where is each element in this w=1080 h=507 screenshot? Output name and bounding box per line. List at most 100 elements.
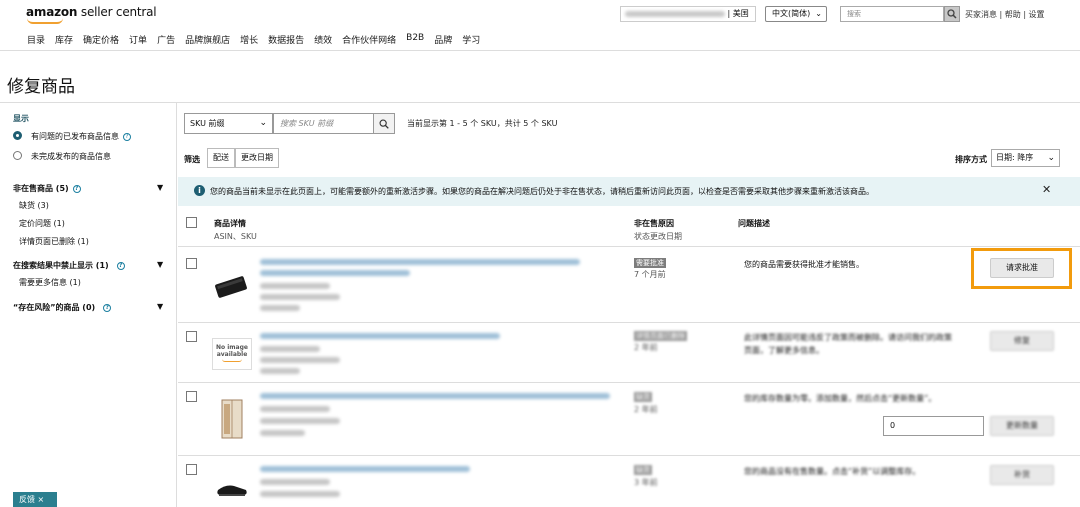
help-icon[interactable]: ? [72,184,81,193]
collapse-triangle-icon[interactable]: ▼ [157,183,163,192]
language-value: 中文(简体) [772,9,811,18]
sku-count-text: 当前显示第 1 - 5 个 SKU，共计 5 个 SKU [407,119,558,128]
search-placeholder: 搜索 [847,10,861,18]
col-unsellable-reason: 非在售原因 [634,219,674,228]
row-checkbox[interactable] [186,391,197,402]
fix-button[interactable]: 修复 [990,331,1054,351]
status-badge: 需要批准 [634,258,666,268]
unsellable-heading[interactable]: 非在售商品 (5)? [13,183,81,194]
radio-incomplete[interactable] [13,151,22,160]
at-risk-heading[interactable]: “存在风险”的商品 (0)? [13,302,112,313]
row-checkbox[interactable] [186,258,197,269]
status-date: 2 年前 [634,343,658,352]
chevron-down-icon: ⌄ [815,9,822,18]
sidebar-item-more-info[interactable]: 需要更多信息 (1) [19,277,81,288]
radio-incomplete-label[interactable]: 未完成发布的商品信息 [31,151,111,162]
row-divider [178,322,1080,323]
col-issue-description: 问题描述 [738,219,770,228]
status-badge: 详情页面已删除 [634,331,687,341]
asin-blurred [260,283,330,289]
main-nav: 目录 库存 确定价格 订单 广告 品牌旗舰店 增长 数据报告 绩效 合作伙伴网络 B2B 品牌 学习 [27,33,490,46]
seller-central-logo[interactable]: amazon seller central [26,5,157,24]
nav-item[interactable]: 增长 [240,33,258,46]
nav-item[interactable]: 确定价格 [83,33,119,46]
status-badge: 缺货 [634,392,652,402]
sku-search-button[interactable] [373,113,395,134]
sidebar-item-deleted[interactable]: 详情页面已删除 (1) [19,236,89,247]
feedback-button[interactable]: 反馈 × [13,492,57,507]
product-title-blurred[interactable] [260,270,410,276]
status-date: 3 年前 [634,478,658,487]
product-title-blurred[interactable] [260,259,580,265]
product-thumbnail-shoe[interactable] [212,474,252,506]
filter-date-button[interactable]: 更改日期 [235,148,279,168]
product-title-blurred[interactable] [260,333,500,339]
meta-blurred [260,305,300,311]
banner-text: 您的商品当前未显示在此页面上，可能需要额外的重新激活步骤。如果您的商品在解决问题… [210,187,874,196]
issue-description: 您的库存数量为零。添加数量，然后点击“更新数量”。 [744,394,937,403]
issue-description: 您的商品需要获得批准才能销售。 [744,260,864,269]
filter-label: 筛选 [184,155,200,164]
sku-blurred [260,491,340,497]
update-quantity-button[interactable]: 更新数量 [990,416,1054,436]
sort-select[interactable]: 日期: 降序 ⌄ [991,149,1060,167]
radio-issues-selected[interactable] [13,131,22,140]
status-date: 2 年前 [634,405,658,414]
row-divider [178,246,1080,247]
account-selector[interactable]: | 美国 [620,6,756,22]
nav-item[interactable]: 品牌 [434,33,452,46]
nav-item[interactable]: 目录 [27,33,45,46]
search-button[interactable] [944,6,960,22]
product-title-blurred[interactable] [260,393,610,399]
row-checkbox[interactable] [186,331,197,342]
filter-fulfillment-button[interactable]: 配送 [207,148,235,168]
product-title-blurred[interactable] [260,466,470,472]
header-links[interactable]: 买家消息 | 帮助 | 设置 [965,9,1045,20]
language-select[interactable]: 中文(简体) ⌄ [765,6,827,22]
sidebar-item-pricing[interactable]: 定价问题 (1) [19,218,65,229]
search-input[interactable]: 搜索 [840,6,944,22]
collapse-triangle-icon[interactable]: ▼ [157,302,163,311]
radio-issues-label[interactable]: 有问题的已发布商品信息? [31,131,131,142]
sku-blurred [260,418,340,424]
sku-search-input[interactable]: 搜索 SKU 前缀 [273,113,374,134]
status-date: 7 个月前 [634,270,666,279]
nav-item[interactable]: 合作伙伴网络 [342,33,396,46]
nav-item[interactable]: 品牌旗舰店 [185,33,230,46]
sku-blurred [260,357,340,363]
sku-type-select[interactable]: SKU 前缀 ⌄ [184,113,273,134]
collapse-triangle-icon[interactable]: ▼ [157,260,163,269]
nav-item[interactable]: 订单 [129,33,147,46]
help-icon[interactable]: ? [103,303,112,312]
asin-blurred [260,479,330,485]
row-divider [178,382,1080,383]
product-thumbnail-cabinet[interactable] [212,398,252,440]
highlight-box [971,248,1072,289]
suppressed-heading[interactable]: 在搜索结果中禁止显示 (1)? [13,260,125,271]
nav-item[interactable]: 广告 [157,33,175,46]
col-product-details: 商品详情 [214,219,246,228]
help-icon[interactable]: ? [116,261,125,270]
help-icon[interactable]: ? [123,132,131,141]
row-divider [178,455,1080,456]
display-heading: 显示 [13,114,29,123]
nav-item[interactable]: 学习 [462,33,480,46]
marketplace-label: 美国 [732,9,749,18]
sort-label: 排序方式 [955,155,987,164]
nav-item[interactable]: 数据报告 [268,33,304,46]
row-checkbox[interactable] [186,464,197,475]
product-thumbnail-powerbank[interactable] [212,270,252,302]
restock-button[interactable]: 补货 [990,465,1054,485]
logo-seller-central: seller central [77,5,157,19]
search-icon [379,119,389,129]
quantity-input[interactable]: 0 [883,416,984,436]
nav-item[interactable]: 绩效 [314,33,332,46]
info-icon: i [194,185,205,196]
nav-item[interactable]: B2B [406,33,424,46]
select-all-checkbox[interactable] [186,217,197,228]
col-product-details-sub: ASIN、SKU [214,232,257,241]
sidebar-item-out-of-stock[interactable]: 缺货 (3) [19,200,49,211]
close-icon[interactable]: ✕ [1042,183,1051,196]
nav-item[interactable]: 库存 [55,33,73,46]
asin-blurred [260,346,320,352]
